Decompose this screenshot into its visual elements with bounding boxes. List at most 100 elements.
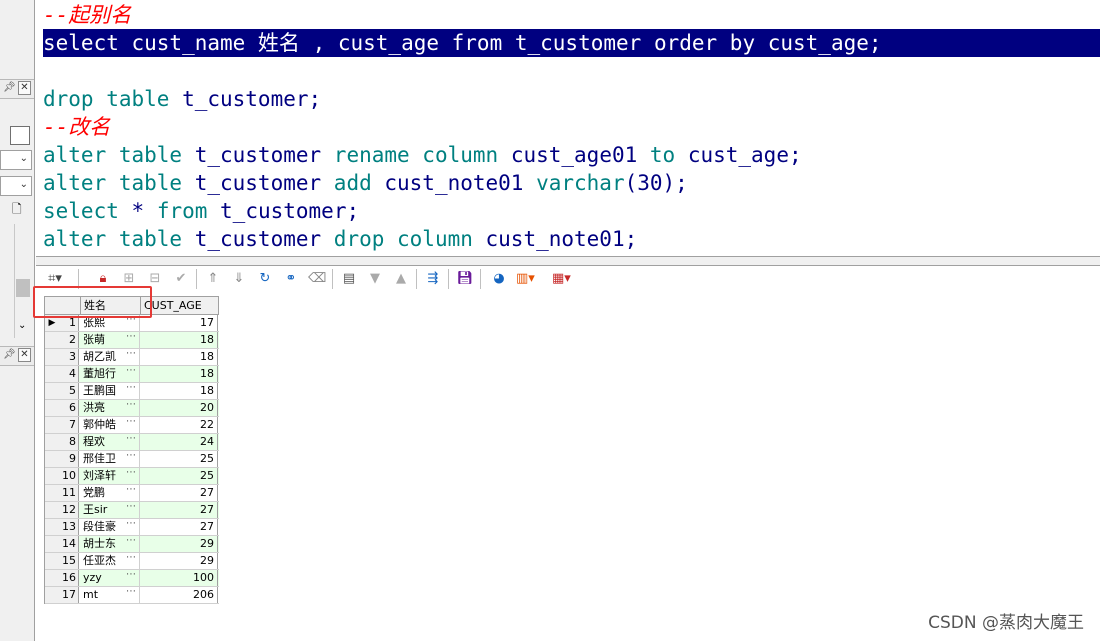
cell-name[interactable]: 段佳豪 ⋯ xyxy=(81,519,140,535)
row-indicator[interactable] xyxy=(45,400,60,416)
cell-name[interactable]: 洪亮 ⋯ xyxy=(81,400,140,416)
table-row[interactable]: 16 yzy ⋯ 100 xyxy=(45,570,219,587)
row-indicator[interactable] xyxy=(45,383,60,399)
cell-name[interactable]: 郭仲皓 ⋯ xyxy=(81,417,140,433)
table-row[interactable]: 13 段佳豪 ⋯ 27 xyxy=(45,519,219,536)
table-row[interactable]: 17 mt ⋯ 206 xyxy=(45,587,219,604)
cell-name[interactable]: 董旭行 ⋯ xyxy=(81,366,140,382)
result-grid[interactable]: 姓名 CUST_AGE ▶ 1 张熙 ⋯ 17 2 张萌 ⋯ 18 3 胡乙凯 ⋯ 18 4 董旭行 ⋯ 18 5… xyxy=(44,296,219,604)
cell-cust-age[interactable]: 18 xyxy=(141,349,218,365)
ellipsis-icon[interactable]: ⋯ xyxy=(126,366,136,379)
cell-cust-age[interactable]: 18 xyxy=(141,366,218,382)
close-icon[interactable]: ✕ xyxy=(18,81,31,95)
cell-cust-age[interactable]: 25 xyxy=(141,468,218,484)
ellipsis-icon[interactable]: ⋯ xyxy=(126,570,136,583)
cell-cust-age[interactable]: 29 xyxy=(141,536,218,552)
first-record-icon[interactable]: ⇑ xyxy=(204,270,222,288)
ellipsis-icon[interactable]: ⋯ xyxy=(126,536,136,549)
ellipsis-icon[interactable]: ⋯ xyxy=(126,417,136,430)
table-row[interactable]: 4 董旭行 ⋯ 18 xyxy=(45,366,219,383)
row-indicator[interactable] xyxy=(45,366,60,382)
cell-cust-age[interactable]: 27 xyxy=(141,485,218,501)
row-indicator[interactable] xyxy=(45,553,60,569)
row-indicator[interactable] xyxy=(45,536,60,552)
table-row[interactable]: 11 党鹏 ⋯ 27 xyxy=(45,485,219,502)
table-row[interactable]: 8 程欢 ⋯ 24 xyxy=(45,434,219,451)
cell-cust-age[interactable]: 27 xyxy=(141,519,218,535)
last-record-icon[interactable]: ⇓ xyxy=(230,270,248,288)
row-indicator[interactable] xyxy=(45,349,60,365)
sql-editor[interactable]: --起别名 select cust_name 姓名 , cust_age from… xyxy=(36,0,1100,256)
splitter[interactable] xyxy=(36,256,1100,266)
cell-cust-age[interactable]: 20 xyxy=(141,400,218,416)
ellipsis-icon[interactable]: ⋯ xyxy=(126,332,136,345)
chart-icon[interactable]: ▥▾ xyxy=(516,270,535,288)
table-row[interactable]: 5 王鹏国 ⋯ 18 xyxy=(45,383,219,400)
code-line[interactable]: select * from t_customer; xyxy=(43,197,359,225)
find-icon[interactable]: ⚭ xyxy=(282,270,300,288)
row-indicator[interactable] xyxy=(45,502,60,518)
cell-name[interactable]: 胡士东 ⋯ xyxy=(81,536,140,552)
table-row[interactable]: 7 郭仲皓 ⋯ 22 xyxy=(45,417,219,434)
ellipsis-icon[interactable]: ⋯ xyxy=(126,451,136,464)
ellipsis-icon[interactable]: ⋯ xyxy=(126,519,136,532)
table-row[interactable]: 12 王sir ⋯ 27 xyxy=(45,502,219,519)
clear-icon[interactable]: ⌫ xyxy=(308,270,326,288)
row-indicator[interactable] xyxy=(45,587,60,603)
row-indicator[interactable] xyxy=(45,485,60,501)
save-icon[interactable]: 💾︎ xyxy=(456,270,474,288)
code-line[interactable]: alter table t_customer rename column cus… xyxy=(43,141,802,169)
cell-name[interactable]: 程欢 ⋯ xyxy=(81,434,140,450)
close-icon[interactable]: ✕ xyxy=(18,348,31,362)
ellipsis-icon[interactable]: ⋯ xyxy=(126,400,136,413)
ellipsis-icon[interactable]: ⋯ xyxy=(126,434,136,447)
cell-cust-age[interactable]: 25 xyxy=(141,451,218,467)
refresh-icon[interactable]: ↻ xyxy=(256,270,274,288)
cell-cust-age[interactable]: 100 xyxy=(141,570,218,586)
table-row[interactable]: 3 胡乙凯 ⋯ 18 xyxy=(45,349,219,366)
export-icon[interactable]: ▤ xyxy=(340,270,358,288)
cell-name[interactable]: 王sir ⋯ xyxy=(81,502,140,518)
cell-name[interactable]: 刘泽轩 ⋯ xyxy=(81,468,140,484)
cell-cust-age[interactable]: 22 xyxy=(141,417,218,433)
code-line[interactable]: --起别名 xyxy=(43,1,131,29)
dropdown-1[interactable]: ⌄ xyxy=(0,150,32,170)
cell-name[interactable]: 党鹏 ⋯ xyxy=(81,485,140,501)
ellipsis-icon[interactable]: ⋯ xyxy=(126,553,136,566)
cell-name[interactable]: mt ⋯ xyxy=(81,587,140,603)
cell-name[interactable]: 胡乙凯 ⋯ xyxy=(81,349,140,365)
code-line[interactable]: --改名 xyxy=(43,113,110,141)
cell-cust-age[interactable]: 18 xyxy=(141,383,218,399)
cell-cust-age[interactable]: 17 xyxy=(141,315,218,331)
checkbox[interactable] xyxy=(10,126,30,145)
code-line[interactable]: alter table t_customer drop column cust_… xyxy=(43,225,637,253)
row-indicator[interactable] xyxy=(45,332,60,348)
cell-cust-age[interactable]: 18 xyxy=(141,332,218,348)
pin-icon[interactable]: 📌︎ xyxy=(3,349,16,360)
code-line[interactable]: select cust_name 姓名 , cust_age from t_cu… xyxy=(43,29,1100,57)
table-row[interactable]: 14 胡士东 ⋯ 29 xyxy=(45,536,219,553)
post-icon[interactable]: ✔ xyxy=(172,270,190,288)
sql-icon[interactable]: ◕ xyxy=(490,270,508,288)
table-view-icon[interactable]: ▦▾ xyxy=(552,270,571,288)
cell-cust-age[interactable]: 27 xyxy=(141,502,218,518)
query-by-example-icon[interactable]: ⇶ xyxy=(424,270,442,288)
row-indicator[interactable] xyxy=(45,519,60,535)
column-header-cust-age[interactable]: CUST_AGE xyxy=(141,297,219,314)
scrollbar[interactable]: ⌄ xyxy=(14,224,31,338)
ellipsis-icon[interactable]: ⋯ xyxy=(126,485,136,498)
cell-name[interactable]: yzy ⋯ xyxy=(81,570,140,586)
ellipsis-icon[interactable]: ⋯ xyxy=(126,349,136,362)
chevron-down-icon[interactable]: ⌄ xyxy=(18,320,26,331)
cell-cust-age[interactable]: 29 xyxy=(141,553,218,569)
row-indicator[interactable] xyxy=(45,451,60,467)
table-row[interactable]: 10 刘泽轩 ⋯ 25 xyxy=(45,468,219,485)
code-line[interactable]: alter table t_customer add cust_note01 v… xyxy=(43,169,688,197)
cell-name[interactable]: 张萌 ⋯ xyxy=(81,332,140,348)
cell-name[interactable]: 邢佳卫 ⋯ xyxy=(81,451,140,467)
pin-icon[interactable]: 📌︎ xyxy=(3,82,16,93)
table-row[interactable]: 2 张萌 ⋯ 18 xyxy=(45,332,219,349)
table-row[interactable]: 9 邢佳卫 ⋯ 25 xyxy=(45,451,219,468)
row-indicator[interactable] xyxy=(45,570,60,586)
scrollbar-thumb[interactable] xyxy=(16,279,30,297)
